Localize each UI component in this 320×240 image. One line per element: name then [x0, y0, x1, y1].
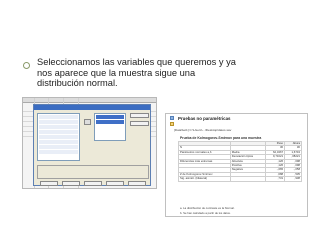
list-item[interactable]: [39, 125, 78, 129]
ks-test-table: Peso Altura N 30 30 Parámetros normales …: [178, 140, 302, 182]
help-button[interactable]: [128, 181, 146, 186]
list-item[interactable]: [39, 135, 78, 139]
caption-line: nos aparece que la muestra sigue una: [37, 67, 196, 78]
table-title: Prueba de Kolmogorov-Smirnov para una mu…: [180, 136, 262, 140]
list-item[interactable]: [39, 145, 78, 149]
test-type-group: [37, 165, 149, 179]
kolmogorov-dialog: [33, 104, 151, 186]
list-item[interactable]: [39, 150, 78, 154]
footnote: a. La distribución de contraste es la No…: [180, 206, 235, 210]
list-item[interactable]: [39, 130, 78, 134]
caption-line: Seleccionamos las variables que queremos…: [37, 57, 236, 67]
test-variable-list[interactable]: [94, 113, 126, 141]
output-tree-icon: [170, 116, 174, 120]
options-button[interactable]: [130, 121, 149, 126]
list-item[interactable]: [96, 120, 124, 124]
ok-button[interactable]: [40, 181, 58, 186]
row-sublabel: [229, 176, 266, 182]
log-icon: [170, 122, 174, 126]
spss-dialog-screenshot: [22, 97, 157, 189]
list-item[interactable]: [96, 115, 124, 119]
list-item[interactable]: [39, 140, 78, 144]
slide-caption: Seleccionamos las variables que queremos…: [37, 57, 307, 89]
output-heading: Pruebas no paramétricas: [178, 116, 231, 121]
row-label: Sig. asintót. (bilateral): [178, 176, 231, 182]
footnote: b. Se han calculado a partir de los dato…: [180, 211, 231, 215]
cancel-button[interactable]: [106, 181, 124, 186]
spss-output-screenshot: Pruebas no paramétricas [DataSet1] C:\Us…: [165, 113, 308, 217]
reset-button[interactable]: [84, 181, 102, 186]
data-grid-header: [23, 98, 156, 103]
paste-button[interactable]: [62, 181, 80, 186]
caption-line: distribución normal.: [37, 78, 118, 89]
list-item[interactable]: [39, 120, 78, 124]
variable-list[interactable]: [37, 113, 80, 161]
dataset-path: [DataSet1] C:\Users\...\Desktop\datos.sa…: [174, 128, 232, 132]
bullet-icon: [23, 62, 30, 69]
value-cell: ,731: [264, 176, 286, 182]
move-variable-button[interactable]: [84, 119, 91, 125]
exact-button[interactable]: [130, 113, 149, 118]
value-cell: ,938: [284, 176, 302, 182]
dialog-title-bar[interactable]: [34, 105, 150, 110]
table-row: Sig. asintót. (bilateral) ,731 ,938: [178, 176, 302, 182]
list-item[interactable]: [39, 115, 78, 119]
